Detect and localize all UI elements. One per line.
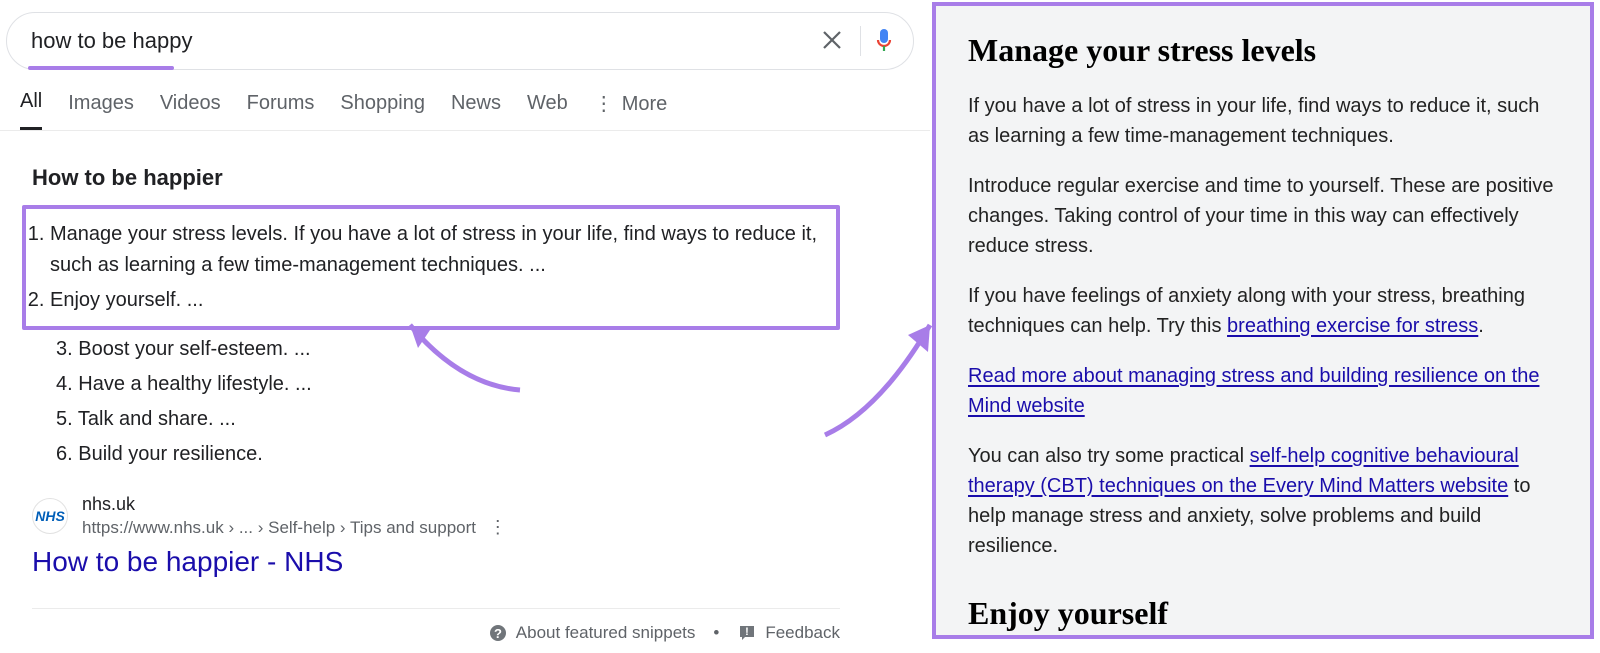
snippet-list-rest: Boost your self-esteem. ... Have a healt… [32, 334, 840, 470]
tab-web[interactable]: Web [527, 92, 568, 129]
favicon-icon: NHS [32, 498, 68, 534]
list-item: Manage your stress levels. If you have a… [50, 219, 822, 281]
list-item: Build your resilience. [56, 439, 840, 470]
tab-images[interactable]: Images [68, 92, 134, 129]
source-site: nhs.uk [82, 494, 507, 515]
list-item: Have a healthy lifestyle. ... [56, 369, 840, 400]
snippet-title: How to be happier [32, 165, 840, 191]
result-title-link[interactable]: How to be happier - NHS [32, 546, 840, 578]
tabs-bar: All Images Videos Forums Shopping News W… [0, 70, 930, 131]
tab-news[interactable]: News [451, 92, 501, 129]
article-paragraph: You can also try some practical self-hel… [968, 441, 1558, 561]
list-item: Boost your self-esteem. ... [56, 334, 840, 365]
article-heading: Enjoy yourself [968, 595, 1558, 632]
help-icon: ? [488, 623, 516, 643]
article-paragraph: If you have feelings of anxiety along wi… [968, 281, 1558, 341]
tab-all[interactable]: All [20, 90, 42, 130]
tab-videos[interactable]: Videos [160, 92, 221, 129]
snippet-footer: ? About featured snippets • ! Feedback [32, 623, 840, 643]
tab-more[interactable]: ⋮More [594, 91, 668, 130]
snippet-list-highlighted: Manage your stress levels. If you have a… [26, 219, 822, 316]
separator: • [713, 623, 719, 643]
featured-snippet: How to be happier Manage your stress lev… [0, 131, 860, 653]
mic-icon[interactable] [875, 27, 893, 55]
divider [32, 608, 840, 609]
svg-text:?: ? [494, 626, 502, 641]
article-heading: Manage your stress levels [968, 32, 1558, 69]
list-item: Talk and share. ... [56, 404, 840, 435]
breathing-exercise-link[interactable]: breathing exercise for stress [1227, 315, 1478, 337]
article-content: Manage your stress levels If you have a … [968, 32, 1558, 639]
article-paragraph: Introduce regular exercise and time to y… [968, 171, 1558, 261]
clear-icon[interactable] [804, 26, 860, 57]
list-item: Enjoy yourself. ... [50, 285, 822, 316]
mind-website-link[interactable]: Read more about managing stress and buil… [968, 365, 1539, 417]
result-menu-icon[interactable]: ⋮ [489, 517, 507, 537]
feedback-icon: ! [737, 623, 765, 643]
source-url: https://www.nhs.uk › ... › Self-help › T… [82, 517, 507, 538]
article-paragraph: Read more about managing stress and buil… [968, 361, 1558, 421]
highlight-annotation-box: Manage your stress levels. If you have a… [22, 205, 840, 330]
result-source: NHS nhs.uk https://www.nhs.uk › ... › Se… [32, 494, 840, 538]
svg-text:!: ! [745, 626, 749, 638]
article-paragraph: If you have a lot of stress in your life… [968, 91, 1558, 151]
about-snippets-link[interactable]: ? About featured snippets [488, 623, 696, 643]
divider [860, 26, 861, 56]
tab-forums[interactable]: Forums [247, 92, 315, 129]
tab-shopping[interactable]: Shopping [340, 92, 425, 129]
feedback-link[interactable]: ! Feedback [737, 623, 840, 643]
search-input[interactable] [27, 28, 804, 54]
search-bar [6, 12, 914, 70]
